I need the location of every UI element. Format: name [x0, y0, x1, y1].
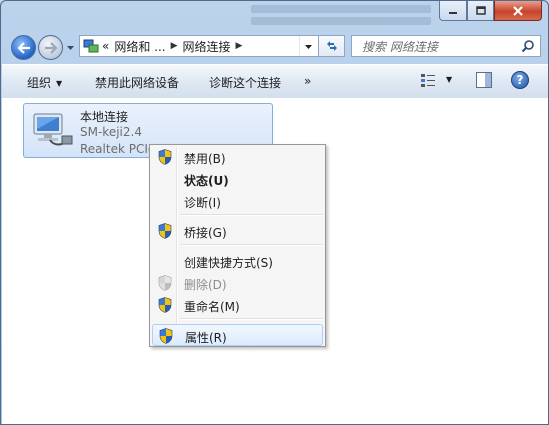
refresh-icon	[326, 41, 337, 51]
background-window-ghost	[251, 1, 431, 31]
menu-item-label: 创建快捷方式(S)	[184, 256, 273, 270]
preview-pane-icon[interactable]	[476, 72, 492, 88]
menu-item-create-shortcut[interactable]: 创建快捷方式(S)	[152, 250, 323, 272]
close-icon	[513, 5, 523, 16]
organize-menu[interactable]: 组织 ▼	[27, 74, 62, 91]
breadcrumb-network-sharing[interactable]: 网络和 ...	[114, 38, 165, 55]
minimize-icon	[449, 11, 457, 14]
uac-shield-icon	[158, 149, 172, 165]
search-input[interactable]	[360, 37, 514, 57]
breadcrumb-network-connections[interactable]: 网络连接	[183, 38, 231, 55]
uac-shield-icon	[159, 328, 173, 344]
menu-item-diagnose[interactable]: 诊断(I)	[152, 190, 323, 212]
menu-item-label: 状态(U)	[184, 174, 229, 188]
network-connections-icon	[83, 39, 99, 53]
connection-network: SM-keji2.4	[80, 125, 142, 139]
menu-item-disable[interactable]: 禁用(B)	[152, 146, 323, 168]
maximize-button[interactable]	[467, 1, 494, 21]
recent-pages-dropdown[interactable]	[66, 43, 75, 52]
command-bar: 组织 ▼ 禁用此网络设备 诊断这个连接 » ▼ ?	[2, 64, 548, 99]
address-dropdown[interactable]	[299, 36, 316, 56]
more-commands-button[interactable]: »	[304, 74, 311, 88]
back-button[interactable]	[11, 35, 36, 60]
breadcrumb-separator-icon[interactable]: ▶	[236, 41, 243, 51]
minimize-button[interactable]	[439, 1, 467, 21]
menu-separator	[180, 318, 323, 320]
menu-item-status[interactable]: 状态(U)	[152, 168, 323, 190]
title-bar[interactable]	[1, 1, 548, 31]
menu-item-label: 删除(D)	[184, 278, 227, 292]
breadcrumb-overflow[interactable]: «	[102, 39, 109, 53]
view-options-dropdown-icon[interactable]: ▼	[446, 75, 452, 84]
organize-label: 组织	[27, 76, 52, 90]
menu-item-properties[interactable]: 属性(R)	[152, 324, 323, 346]
menu-separator	[180, 244, 323, 246]
address-bar[interactable]: « 网络和 ... ▶ 网络连接 ▶	[79, 35, 319, 57]
menu-item-label: 诊断(I)	[184, 196, 221, 210]
menu-item-delete: 删除(D)	[152, 272, 323, 294]
chevron-down-icon	[304, 44, 312, 49]
chevron-down-icon: ▼	[56, 79, 63, 88]
menu-separator	[180, 214, 323, 216]
network-adapter-icon	[33, 113, 73, 146]
help-icon[interactable]: ?	[511, 71, 529, 89]
change-view-icon[interactable]	[420, 72, 436, 88]
menu-item-rename[interactable]: 重命名(M)	[152, 294, 323, 316]
menu-item-bridge[interactable]: 桥接(G)	[152, 220, 323, 242]
navigation-bar: « 网络和 ... ▶ 网络连接 ▶	[1, 31, 548, 63]
disable-device-button[interactable]: 禁用此网络设备	[95, 74, 179, 91]
menu-item-label: 重命名(M)	[184, 300, 240, 314]
menu-item-label: 桥接(G)	[184, 226, 227, 240]
close-button[interactable]	[494, 1, 542, 21]
back-arrow-icon	[16, 41, 30, 54]
context-menu: 禁用(B) 状态(U) 诊断(I) 桥接(G) 创建快捷方式(S) 删除(D) 重命名…	[149, 144, 326, 347]
forward-arrow-icon	[44, 41, 58, 54]
uac-shield-icon	[158, 223, 172, 239]
diagnose-connection-button[interactable]: 诊断这个连接	[209, 74, 281, 91]
refresh-button[interactable]	[319, 35, 345, 57]
breadcrumb-separator-icon[interactable]: ▶	[171, 41, 178, 51]
connection-name: 本地连接	[80, 110, 129, 124]
forward-button[interactable]	[38, 35, 63, 60]
chevron-down-icon	[67, 46, 74, 50]
search-box[interactable]	[351, 35, 541, 57]
explorer-window: « 网络和 ... ▶ 网络连接 ▶ 组织 ▼ 禁用此网络设备	[0, 0, 549, 425]
connection-device: Realtek PCIe	[80, 142, 156, 156]
menu-item-label: 禁用(B)	[184, 152, 226, 166]
uac-shield-icon	[158, 275, 172, 291]
menu-item-label: 属性(R)	[185, 331, 227, 345]
maximize-icon	[475, 6, 486, 15]
uac-shield-icon	[158, 297, 172, 313]
search-icon[interactable]	[521, 39, 535, 53]
